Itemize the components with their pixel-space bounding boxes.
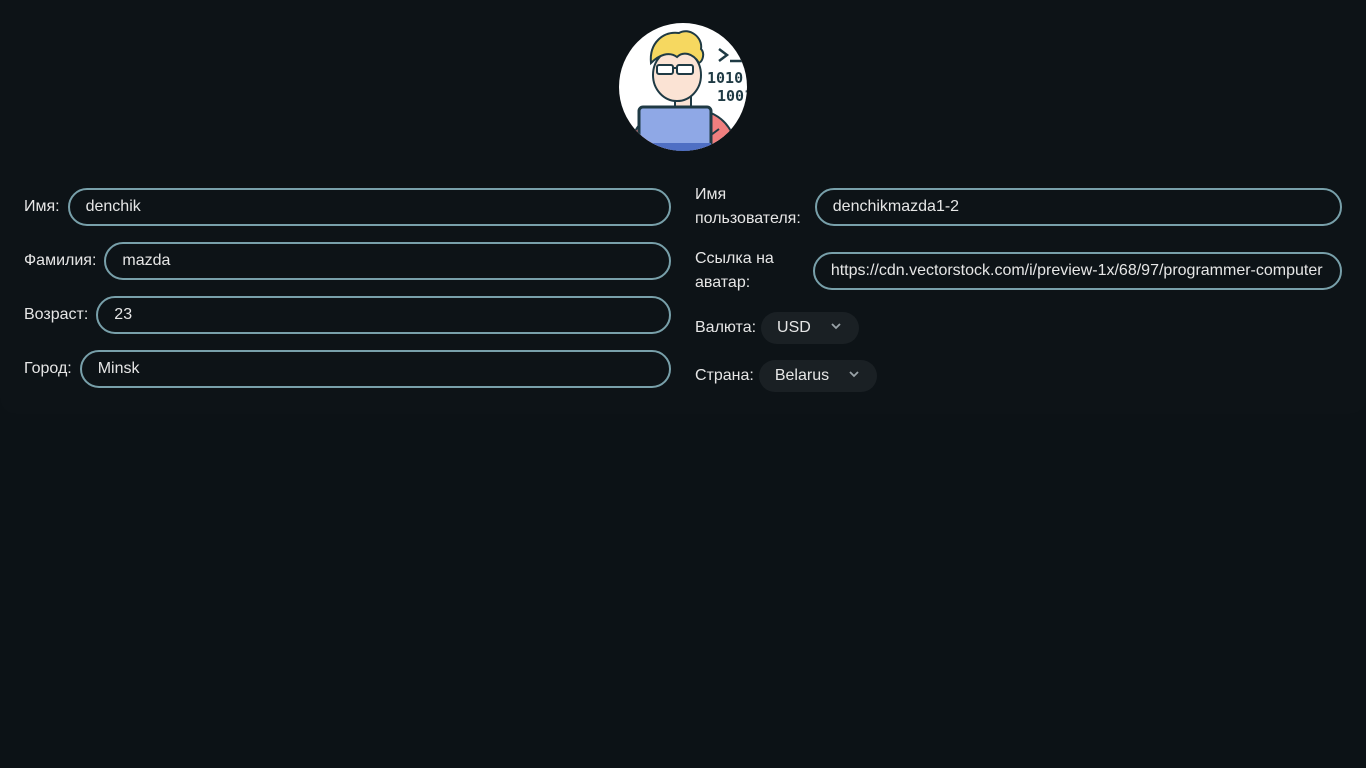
last-name-label: Фамилия: (24, 252, 97, 269)
avatar-link-label: Ссылка на аватар: (695, 247, 774, 295)
profile-card: 1010 1001 Имя: Фамилия: Возраст: Город: … (0, 0, 1366, 414)
avatar: 1010 1001 (619, 23, 747, 151)
age-row: Возраст: (24, 296, 671, 334)
programmer-avatar-icon: 1010 1001 (627, 30, 747, 151)
chevron-down-icon (847, 367, 861, 386)
username-row: Имя пользователя: (695, 183, 1342, 231)
first-name-input[interactable] (67, 188, 671, 226)
svg-text:1010: 1010 (707, 69, 743, 87)
username-label: Имя пользователя: (695, 183, 801, 231)
city-label: Город: (24, 360, 72, 377)
avatar-link-label-line2: аватар: (695, 274, 751, 291)
last-name-input[interactable] (104, 242, 671, 280)
country-select[interactable]: Belarus (758, 360, 877, 392)
country-label: Страна: (695, 367, 754, 384)
last-name-row: Фамилия: (24, 242, 671, 280)
svg-text:1001: 1001 (717, 87, 747, 105)
country-row: Страна: Belarus (695, 360, 877, 392)
username-input[interactable] (814, 188, 1342, 226)
city-row: Город: (24, 350, 671, 388)
age-label: Возраст: (24, 306, 89, 323)
currency-value: USD (777, 319, 811, 336)
country-value: Belarus (774, 367, 830, 384)
avatar-link-row: Ссылка на аватар: (695, 247, 1342, 295)
avatar-link-label-line1: Ссылка на (695, 250, 774, 267)
first-name-label: Имя: (24, 198, 60, 215)
currency-row: Валюта: USD (695, 312, 860, 344)
first-name-row: Имя: (24, 188, 671, 226)
chevron-down-icon (829, 319, 843, 338)
currency-label: Валюта: (695, 319, 757, 336)
username-label-line2: пользователя: (695, 210, 801, 227)
avatar-link-input[interactable] (812, 252, 1342, 290)
currency-select[interactable]: USD (761, 312, 860, 344)
age-input[interactable] (96, 296, 671, 334)
username-label-line1: Имя (695, 186, 727, 203)
city-input[interactable] (79, 350, 671, 388)
